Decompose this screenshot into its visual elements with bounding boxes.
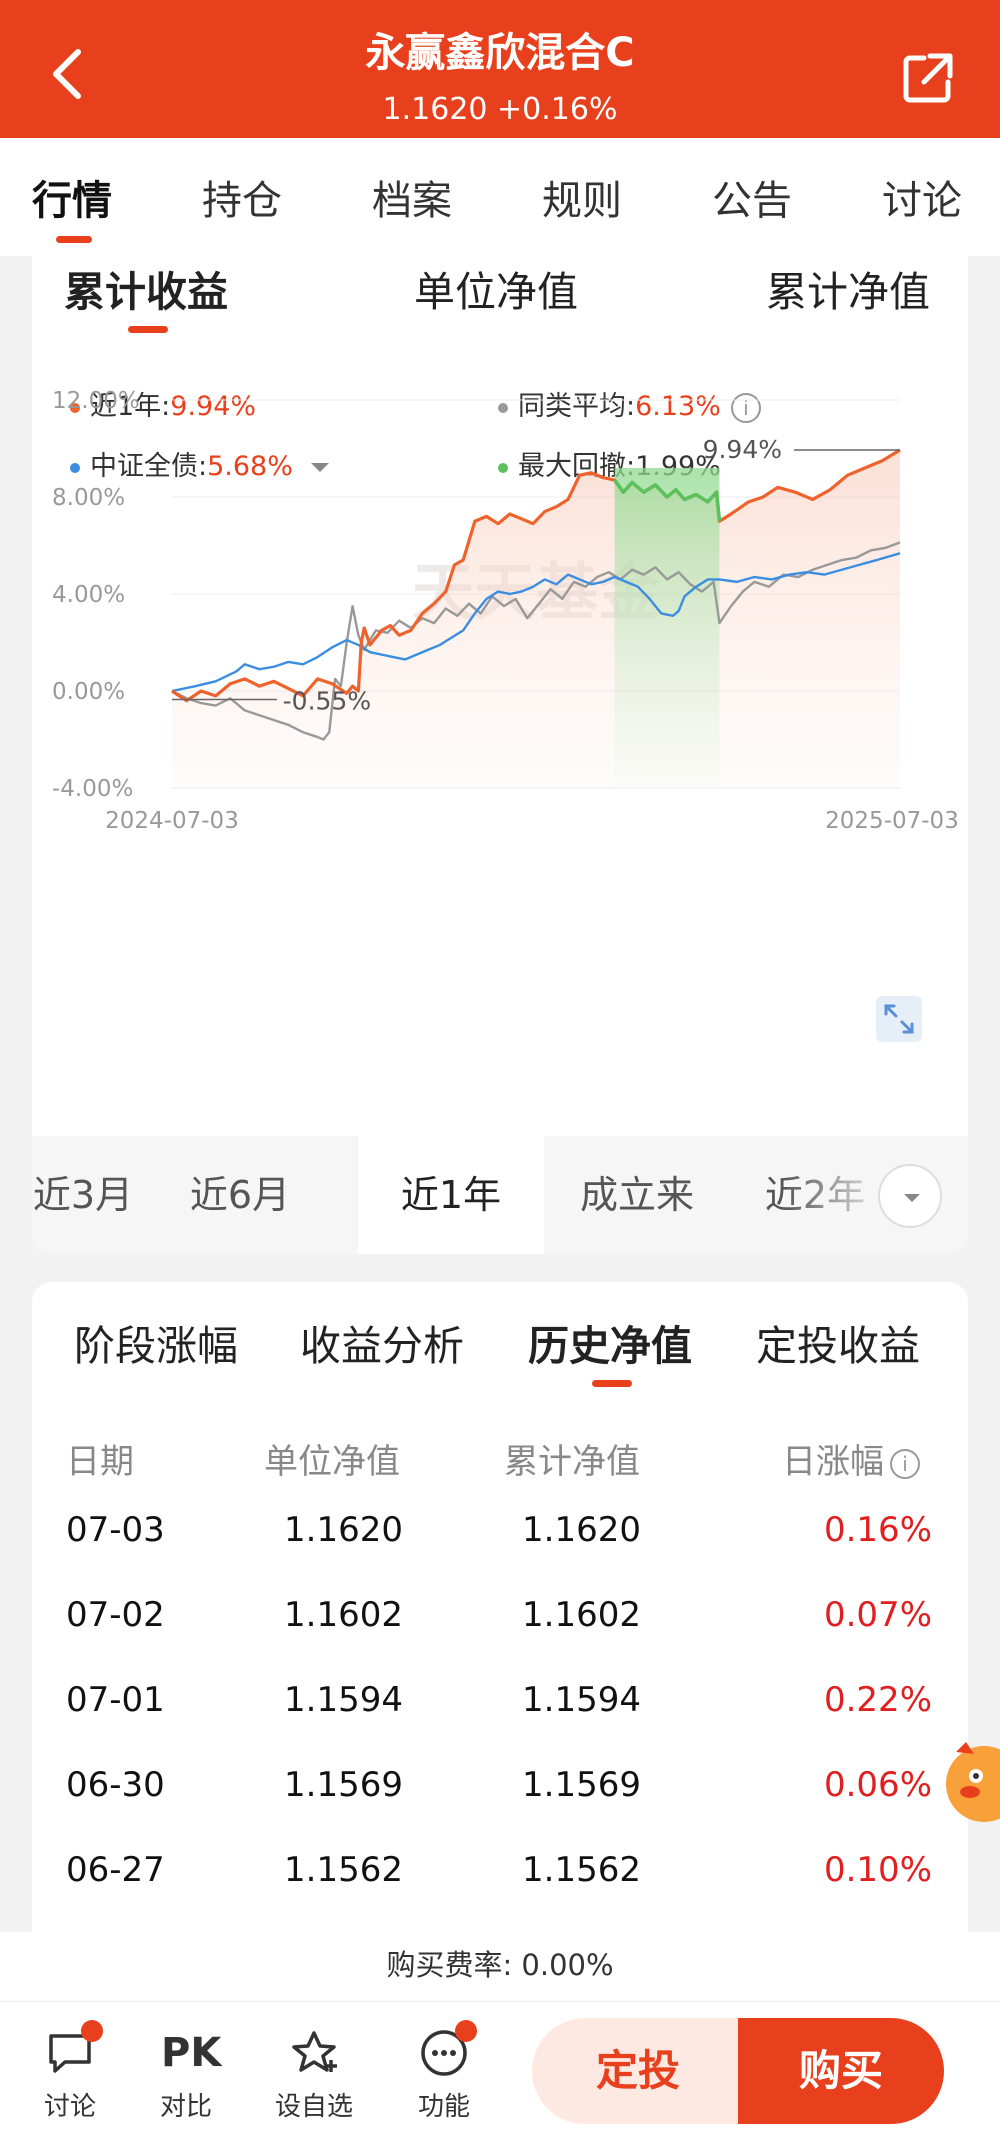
mascot-icon[interactable] [940, 1730, 1000, 1830]
tab-market[interactable]: 行情 [32, 168, 112, 226]
share-icon[interactable] [900, 50, 956, 106]
fund-price-change: 1.1620 +0.16% [382, 92, 618, 127]
row-date: 07-02 [66, 1595, 165, 1635]
row-daily-change: 0.16% [823, 1510, 932, 1550]
row-unit-nav: 1.1620 [284, 1510, 403, 1550]
purchase-fee: 购买费率: 0.00% [0, 1932, 1000, 2002]
tab-period-return[interactable]: 阶段涨幅 [74, 1312, 238, 1372]
row-daily-change: 0.07% [823, 1595, 932, 1635]
col-header-accum-nav: 累计净值 [504, 1442, 640, 1482]
min-value-label: -0.55% [283, 686, 371, 715]
y-tick-label: 12.00% [52, 388, 140, 414]
tab-announcements[interactable]: 公告 [712, 168, 792, 226]
y-tick-label: 0.00% [52, 679, 125, 705]
nav-label: 对比 [159, 2092, 212, 2122]
col-header-date: 日期 [66, 1442, 134, 1482]
row-accum-nav: 1.1602 [522, 1595, 641, 1635]
star-plus-icon [289, 2028, 339, 2078]
nav-discussion[interactable]: 讨论 [20, 2020, 120, 2123]
tab-active-indicator [56, 236, 92, 243]
row-unit-nav: 1.1569 [284, 1765, 403, 1805]
tab-discussion[interactable]: 讨论 [882, 168, 962, 226]
chat-bubble-icon [45, 2020, 103, 2078]
row-daily-change: 0.06% [823, 1765, 932, 1805]
range-3m[interactable]: 近3月 [32, 1136, 158, 1254]
buy-button[interactable]: 购买 [738, 2018, 944, 2124]
history-tab-indicator [592, 1380, 632, 1387]
x-tick-label: 2024-07-03 [105, 808, 239, 834]
col-header-daily-change: 日涨幅 i [782, 1434, 920, 1483]
pk-icon: PK [161, 2030, 222, 2076]
fullscreen-expand-icon[interactable] [876, 996, 922, 1042]
tab-holdings[interactable]: 持仓 [202, 168, 282, 226]
sip-button[interactable]: 定投 [532, 2018, 744, 2124]
tab-profile[interactable]: 档案 [372, 168, 452, 226]
row-date: 06-27 [66, 1850, 165, 1890]
row-date: 07-03 [66, 1510, 165, 1550]
cumulative-return-chart[interactable]: 12.00% 8.00% 4.00% 0.00% -4.00% 2024-07-03 202… [32, 256, 968, 1136]
col-header-label: 日涨幅 [782, 1442, 884, 1482]
row-daily-change: 0.10% [823, 1850, 932, 1890]
fund-title: 永赢鑫欣混合C [365, 30, 635, 76]
end-value-label: 9.94% [703, 435, 782, 464]
fund-area-fill [172, 449, 900, 788]
notification-badge [455, 2020, 477, 2042]
more-dots-icon [419, 2020, 477, 2078]
x-tick-label: 2025-07-03 [825, 808, 959, 834]
range-since-inception[interactable]: 成立来 [544, 1136, 730, 1254]
y-tick-label: 4.00% [52, 582, 125, 608]
row-accum-nav: 1.1594 [522, 1680, 641, 1720]
top-tab-bar: 行情 持仓 档案 规则 公告 讨论 [0, 138, 1000, 256]
tab-history-nav[interactable]: 历史净值 [528, 1312, 692, 1372]
row-date: 06-30 [66, 1765, 165, 1805]
nav-label: 功能 [417, 2092, 470, 2122]
nav-label: 讨论 [43, 2092, 96, 2122]
row-accum-nav: 1.1620 [522, 1510, 641, 1550]
nav-functions[interactable]: 功能 [394, 2020, 494, 2123]
tab-rules[interactable]: 规则 [542, 168, 622, 226]
range-more-chevron-icon[interactable] [878, 1164, 942, 1228]
performance-card: 累计收益 单位净值 累计净值 近1年:9.94% 同类平均:6.13% i 中证全… [32, 256, 968, 1254]
row-unit-nav: 1.1562 [284, 1850, 403, 1890]
tab-sip-return[interactable]: 定投收益 [756, 1312, 920, 1372]
row-date: 07-01 [66, 1680, 165, 1720]
row-unit-nav: 1.1594 [284, 1680, 403, 1720]
app-header: 永赢鑫欣混合C 1.1620 +0.16% [0, 0, 1000, 138]
time-range-selector: 近3月 近6月 近1年 成立来 近2年 [32, 1136, 968, 1254]
range-6m[interactable]: 近6月 [158, 1136, 322, 1254]
range-1y[interactable]: 近1年 [358, 1136, 544, 1254]
y-tick-label: 8.00% [52, 485, 125, 511]
notification-badge [81, 2020, 103, 2042]
nav-compare[interactable]: PK 对比 [136, 2028, 236, 2123]
nav-label: 设自选 [274, 2092, 353, 2122]
tab-return-analysis[interactable]: 收益分析 [300, 1312, 464, 1372]
row-accum-nav: 1.1569 [522, 1765, 641, 1805]
row-daily-change: 0.22% [823, 1680, 932, 1720]
info-icon[interactable]: i [890, 1448, 920, 1479]
bottom-action-bar: 讨论 PK 对比 设自选 功能 定投 购买 [0, 2002, 1000, 2136]
nav-add-watchlist[interactable]: 设自选 [264, 2028, 364, 2123]
y-tick-label: -4.00% [52, 776, 133, 802]
col-header-unit-nav: 单位净值 [264, 1442, 400, 1482]
row-accum-nav: 1.1562 [522, 1850, 641, 1890]
row-unit-nav: 1.1602 [284, 1595, 403, 1635]
history-card: 阶段涨幅 收益分析 历史净值 定投收益 日期 单位净值 累计净值 日涨幅 i 07… [32, 1282, 968, 1932]
max-drawdown-band [614, 467, 720, 788]
